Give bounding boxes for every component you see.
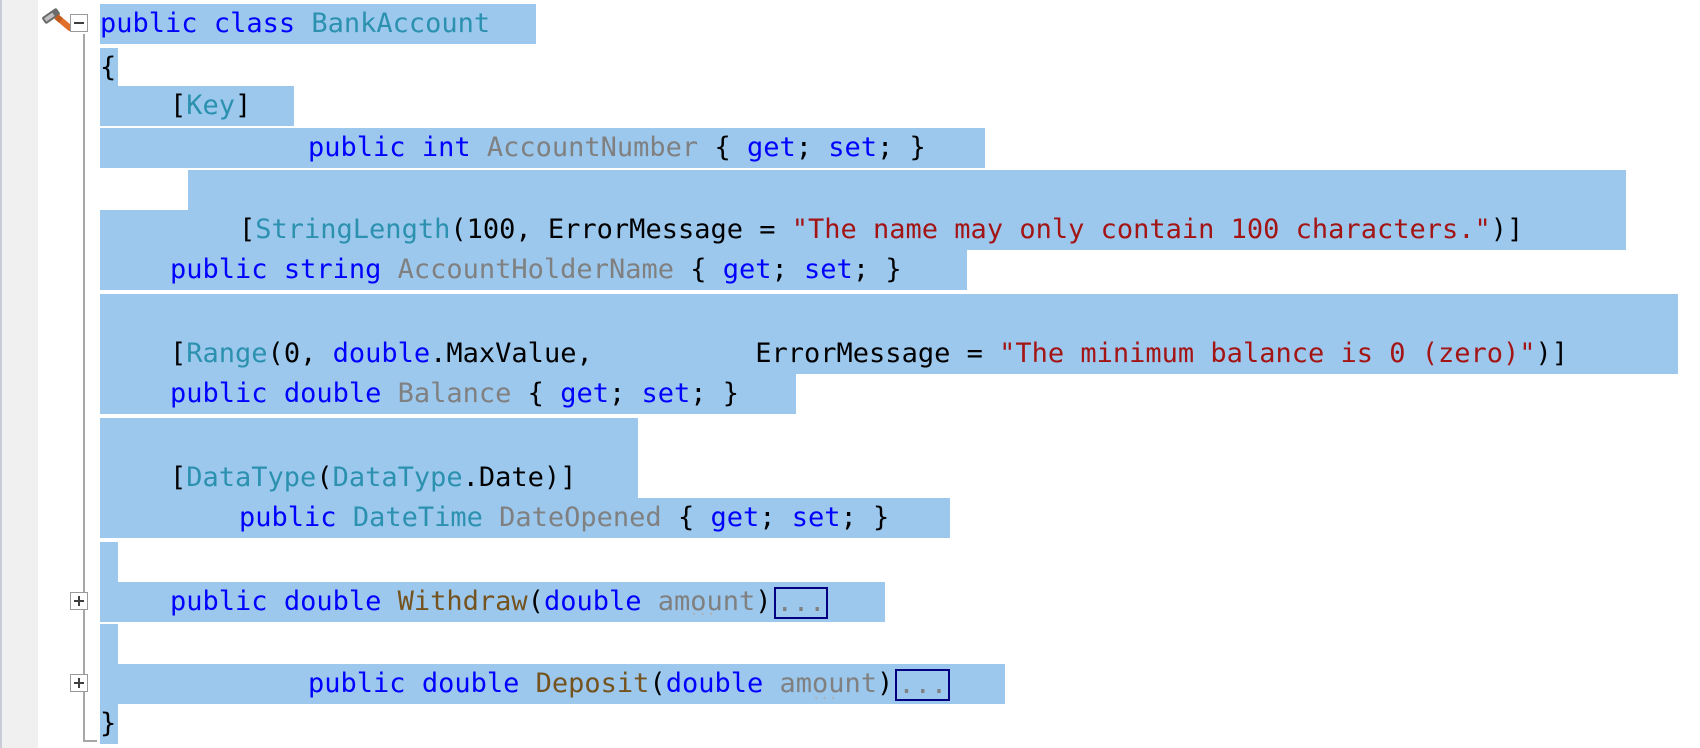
method-name: Withdraw xyxy=(397,586,528,617)
property-name: AccountNumber xyxy=(486,132,699,163)
collapsed-region-deposit[interactable]: ... xyxy=(895,668,951,701)
return-type: double xyxy=(283,586,382,617)
close-brace: } xyxy=(100,708,117,739)
open-brace: { xyxy=(100,52,117,83)
attribute-name: Key xyxy=(186,90,236,121)
return-type: double xyxy=(421,668,520,699)
unused-parameter-hint: ··· xyxy=(812,691,838,707)
keyword: class xyxy=(213,8,296,39)
keyword: public xyxy=(100,8,198,39)
property-type: string xyxy=(283,254,382,285)
expand-deposit-toggle[interactable] xyxy=(70,674,88,692)
property-type: int xyxy=(421,132,471,163)
property-name: DateOpened xyxy=(499,502,662,533)
collapsed-region-withdraw[interactable]: ... xyxy=(773,586,829,619)
selection-highlight xyxy=(100,418,638,458)
string-literal: "The name may only contain 100 character… xyxy=(791,214,1491,245)
property-type: double xyxy=(283,378,382,409)
string-literal: "The minimum balance is 0 (zero)" xyxy=(999,338,1536,369)
selection-highlight xyxy=(100,294,1678,334)
attribute-name: Range xyxy=(186,338,268,369)
property-type: DateTime xyxy=(352,502,483,533)
property-name: Balance xyxy=(397,378,512,409)
expand-withdraw-toggle[interactable] xyxy=(70,592,88,610)
selection-highlight xyxy=(100,542,118,582)
attribute-name: DataType xyxy=(186,462,317,493)
class-name: BankAccount xyxy=(311,8,491,39)
selection-highlight xyxy=(188,170,1626,210)
collapse-class-toggle[interactable] xyxy=(70,14,88,32)
outline-guide xyxy=(83,34,85,742)
attribute-name: StringLength xyxy=(255,214,451,245)
property-name: AccountHolderName xyxy=(397,254,674,285)
method-name: Deposit xyxy=(535,668,650,699)
selection-highlight xyxy=(100,624,118,664)
outline-guide-end xyxy=(83,740,97,742)
editor-margin xyxy=(0,0,38,748)
unused-parameter-hint: ··· xyxy=(690,607,716,623)
